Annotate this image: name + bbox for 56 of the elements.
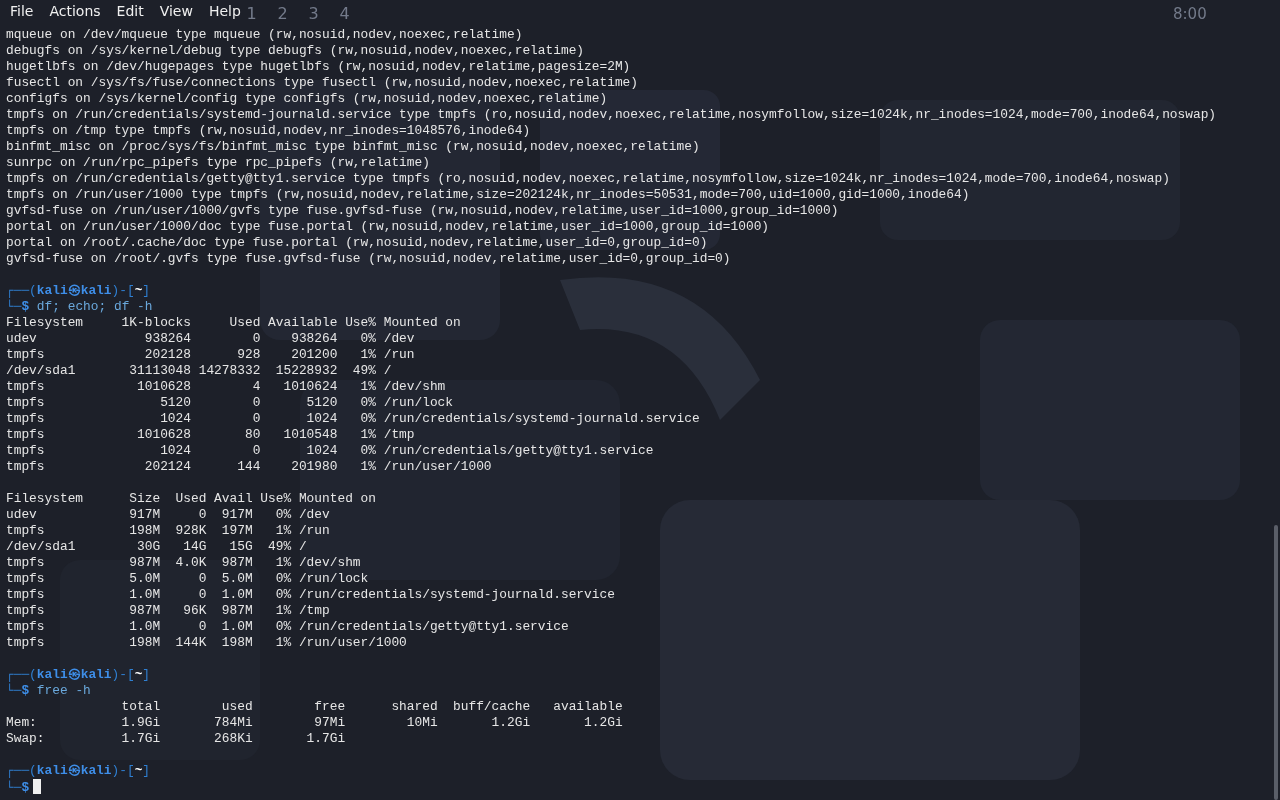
output-line: tmpfs 1.0M 0 1.0M 0% /run/credentials/systemd-journald.service [6,587,615,603]
command-text: free -h [36,683,91,699]
output-line: tmpfs 202124 144 201980 1% /run/user/1000 [6,459,492,475]
workspace-number[interactable]: 2 [267,4,298,23]
workspace-number[interactable]: 4 [329,4,360,23]
output-line: tmpfs 198M 928K 197M 1% /run [6,523,330,539]
output-line: tmpfs 987M 4.0K 987M 1% /dev/shm [6,555,361,571]
output-line: gvfsd-fuse on /run/user/1000/gvfs type fuse.gvfsd-fuse (rw,nosuid,nodev,relatime,user_id=1000,group_id=1000) [6,203,839,219]
output-line: tmpfs 198M 144K 198M 1% /run/user/1000 [6,635,407,651]
output-line: tmpfs 1.0M 0 1.0M 0% /run/credentials/getty@tty1.service [6,619,569,635]
command-text: df; echo; df -h [36,299,153,315]
menu-item[interactable]: Actions [41,3,109,19]
output-line: portal on /root/.cache/doc type fuse.portal (rw,nosuid,nodev,relatime,user_id=0,group_id=0) [6,235,708,251]
workspace-number[interactable]: 3 [298,4,329,23]
output-line: udev 917M 0 917M 0% /dev [6,507,330,523]
prompt-symbol: └─$ [6,299,30,315]
output-line: tmpfs 202128 928 201200 1% /run [6,347,415,363]
menu-item[interactable]: Help [200,3,249,19]
prompt-symbol: └─$ [6,780,30,796]
output-line: Mem: 1.9Gi 784Mi 97Mi 10Mi 1.2Gi 1.2Gi [6,715,623,731]
menu-item[interactable]: File [2,3,42,19]
output-line: Filesystem Size Used Avail Use% Mounted on [6,491,376,507]
output-line: tmpfs 1010628 4 1010624 1% /dev/shm [6,379,446,395]
prompt-symbol: └─$ [6,683,30,699]
output-line: hugetlbfs on /dev/hugepages type hugetlbfs (rw,nosuid,nodev,relatime,pagesize=2M) [6,59,631,75]
output-line: binfmt_misc on /proc/sys/fs/binfmt_misc type binfmt_misc (rw,nosuid,nodev,noexec,relatime) [6,139,700,155]
output-line: tmpfs 987M 96K 987M 1% /tmp [6,603,330,619]
prompt-line: ┌──(kali㉿kali)-[~] [6,283,151,299]
output-line: debugfs on /sys/kernel/debug type debugfs (rw,nosuid,nodev,noexec,relatime) [6,43,585,59]
output-line: portal on /run/user/1000/doc type fuse.portal (rw,nosuid,nodev,relatime,user_id=1000,group_id=1000) [6,219,770,235]
output-line: /dev/sda1 31113048 14278332 15228932 49% / [6,363,392,379]
output-line: tmpfs on /run/credentials/getty@tty1.service type tmpfs (ro,nosuid,nodev,noexec,relatime,nosymfollow,size=1024k,nr_inodes=1024,mode=700,inode64,noswap) [6,171,1170,187]
output-line: configfs on /sys/kernel/config type configfs (rw,nosuid,nodev,noexec,relatime) [6,91,608,107]
output-line: tmpfs on /tmp type tmpfs (rw,nosuid,nodev,nr_inodes=1048576,inode64) [6,123,531,139]
output-line: mqueue on /dev/mqueue type mqueue (rw,nosuid,nodev,noexec,relatime) [6,27,523,43]
output-line: Swap: 1.7Gi 268Ki 1.7Gi [6,731,346,747]
clock: 8:00 [1173,5,1207,23]
output-line: tmpfs 1024 0 1024 0% /run/credentials/systemd-journald.service [6,411,700,427]
output-line: Filesystem 1K-blocks Used Available Use% Mounted on [6,315,461,331]
output-line: tmpfs 5120 0 5120 0% /run/lock [6,395,454,411]
prompt-line: ┌──(kali㉿kali)-[~] [6,763,151,779]
output-line: fusectl on /sys/fs/fuse/connections type fusectl (rw,nosuid,nodev,noexec,relatime) [6,75,638,91]
menu-item[interactable]: View [151,3,201,19]
output-line: tmpfs on /run/user/1000 type tmpfs (rw,nosuid,nodev,relatime,size=202124k,nr_inodes=50531,mode=700,uid=1000,gid=1000,inode64) [6,187,970,203]
output-line: gvfsd-fuse on /root/.gvfs type fuse.gvfsd-fuse (rw,nosuid,nodev,relatime,user_id=0,group_id=0) [6,251,731,267]
menu-item[interactable]: Edit [108,3,152,19]
prompt-line: ┌──(kali㉿kali)-[~] [6,667,151,683]
scrollbar[interactable] [1274,525,1278,800]
output-line: /dev/sda1 30G 14G 15G 49% / [6,539,307,555]
output-line: tmpfs on /run/credentials/systemd-journald.service type tmpfs (ro,nosuid,nodev,noexec,relatime,nosymfollow,size=1024k,nr_inodes=1024,mode=700,inode64,noswap) [6,107,1217,123]
output-line: total used free shared buff/cache available [120,699,623,715]
output-line: sunrpc on /run/rpc_pipefs type rpc_pipefs (rw,relatime) [6,155,430,171]
output-line: tmpfs 5.0M 0 5.0M 0% /run/lock [6,571,369,587]
output-line: tmpfs 1010628 80 1010548 1% /tmp [6,427,415,443]
output-line: udev 938264 0 938264 0% /dev [6,331,415,347]
output-line: tmpfs 1024 0 1024 0% /run/credentials/getty@tty1.service [6,443,654,459]
